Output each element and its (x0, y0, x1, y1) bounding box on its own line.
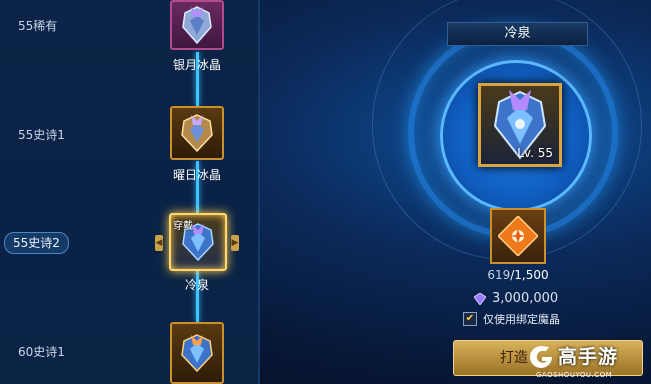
arrow-left-icon[interactable]: ◀ (155, 235, 163, 251)
tier-label-55-rare: 55稀有 (18, 19, 58, 33)
arrow-right-icon[interactable]: ▶ (231, 235, 239, 251)
checkbox-label: 仅使用绑定魔晶 (483, 313, 560, 326)
material-slot[interactable] (490, 208, 546, 264)
selected-item-display: Lv. 55 (478, 83, 562, 167)
site-watermark: 高手游 GAOSHOUYOU.COM (528, 342, 651, 384)
watermark-url: GAOSHOUYOU.COM (536, 371, 613, 379)
material-need: /1,500 (510, 268, 549, 282)
crystal-crest-icon (182, 6, 212, 45)
material-have: 619 (487, 268, 511, 282)
gold-cost: 3,000,000 (474, 291, 558, 306)
watermark-logo-icon (530, 346, 552, 368)
item-slot-silver-moon[interactable] (170, 0, 224, 50)
item-slot-next[interactable] (170, 322, 224, 384)
watermark-name: 高手游 (558, 346, 619, 368)
gem-icon (474, 292, 486, 305)
item-title: 冷泉 (447, 22, 588, 46)
material-count: 619/1,500 (470, 268, 566, 282)
item-name-silver-moon: 银月冰晶 (172, 58, 221, 72)
item-slot-sun-crystal[interactable] (170, 106, 224, 160)
crystal-crest-icon (181, 334, 213, 373)
tier-label-60-epic1: 60史诗1 (18, 345, 65, 359)
bound-crystal-option[interactable]: ✔ 仅使用绑定魔晶 (463, 311, 560, 327)
panel-divider (258, 0, 260, 384)
cost-value: 3,000,000 (492, 291, 559, 306)
item-slot-cold-spring[interactable]: 穿戴 (169, 213, 227, 271)
item-name-cold-spring: 冷泉 (184, 278, 209, 292)
puzzle-material-icon (498, 216, 538, 256)
item-name-sun-crystal: 曜日冰晶 (172, 168, 221, 182)
tier-label-55-epic2: 55史诗2 (4, 232, 69, 254)
item-level: Lv. 55 (517, 146, 553, 160)
tier-label-55-epic1: 55史诗1 (18, 128, 65, 142)
crystal-crest-icon (181, 114, 213, 153)
equipped-tag: 穿戴 (173, 221, 193, 232)
check-icon[interactable]: ✔ (463, 312, 477, 326)
